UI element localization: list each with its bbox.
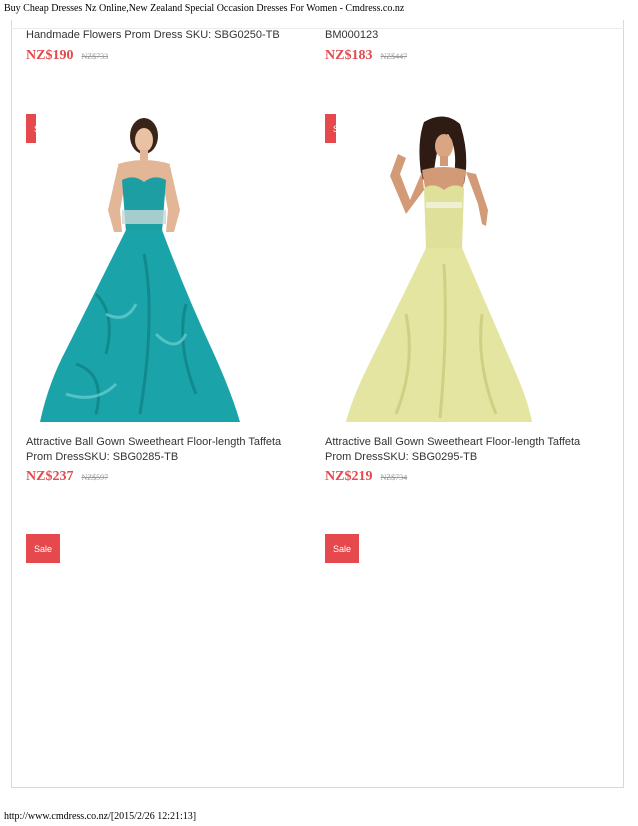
product-old-price: NZ$734 [380, 473, 408, 482]
sale-badge: Sale [325, 534, 359, 563]
product-title-line[interactable]: Prom DressSKU: SBG0295-TB [325, 450, 595, 465]
product-title-line[interactable]: Attractive Ball Gown Sweetheart Floor-le… [26, 435, 296, 450]
product-title[interactable]: Attractive Ball Gown Sweetheart Floor-le… [325, 435, 595, 465]
product-price-row: NZ$237 NZ$597 [26, 467, 108, 485]
teal-ball-gown-photo[interactable] [36, 114, 246, 426]
product-price: NZ$190 [26, 48, 74, 63]
page-footer-url: http://www.cmdress.co.nz/[2015/2/26 12:2… [4, 811, 197, 822]
product-price-row: NZ$219 NZ$734 [325, 467, 407, 485]
sale-badge: Sale [26, 534, 60, 563]
product-price: NZ$219 [325, 469, 373, 484]
product-title[interactable]: BM000123 [325, 28, 595, 43]
product-price-row: NZ$183 NZ$447 [325, 46, 407, 64]
product-old-price: NZ$733 [81, 52, 109, 61]
product-title-line[interactable]: Attractive Ball Gown Sweetheart Floor-le… [325, 435, 595, 450]
yellow-ball-gown-photo[interactable] [336, 114, 546, 426]
product-title-line[interactable]: Prom DressSKU: SBG0285-TB [26, 450, 296, 465]
product-price: NZ$237 [26, 469, 74, 484]
product-title[interactable]: Handmade Flowers Prom Dress SKU: SBG0250… [26, 28, 296, 43]
product-title-line[interactable]: BM000123 [325, 28, 595, 43]
product-price: NZ$183 [325, 48, 373, 63]
product-price-row: NZ$190 NZ$733 [26, 46, 108, 64]
product-title[interactable]: Attractive Ball Gown Sweetheart Floor-le… [26, 435, 296, 465]
page-header: Buy Cheap Dresses Nz Online,New Zealand … [4, 3, 405, 14]
product-old-price: NZ$447 [380, 52, 408, 61]
product-title-line[interactable]: Handmade Flowers Prom Dress SKU: SBG0250… [26, 28, 296, 43]
product-old-price: NZ$597 [81, 473, 109, 482]
